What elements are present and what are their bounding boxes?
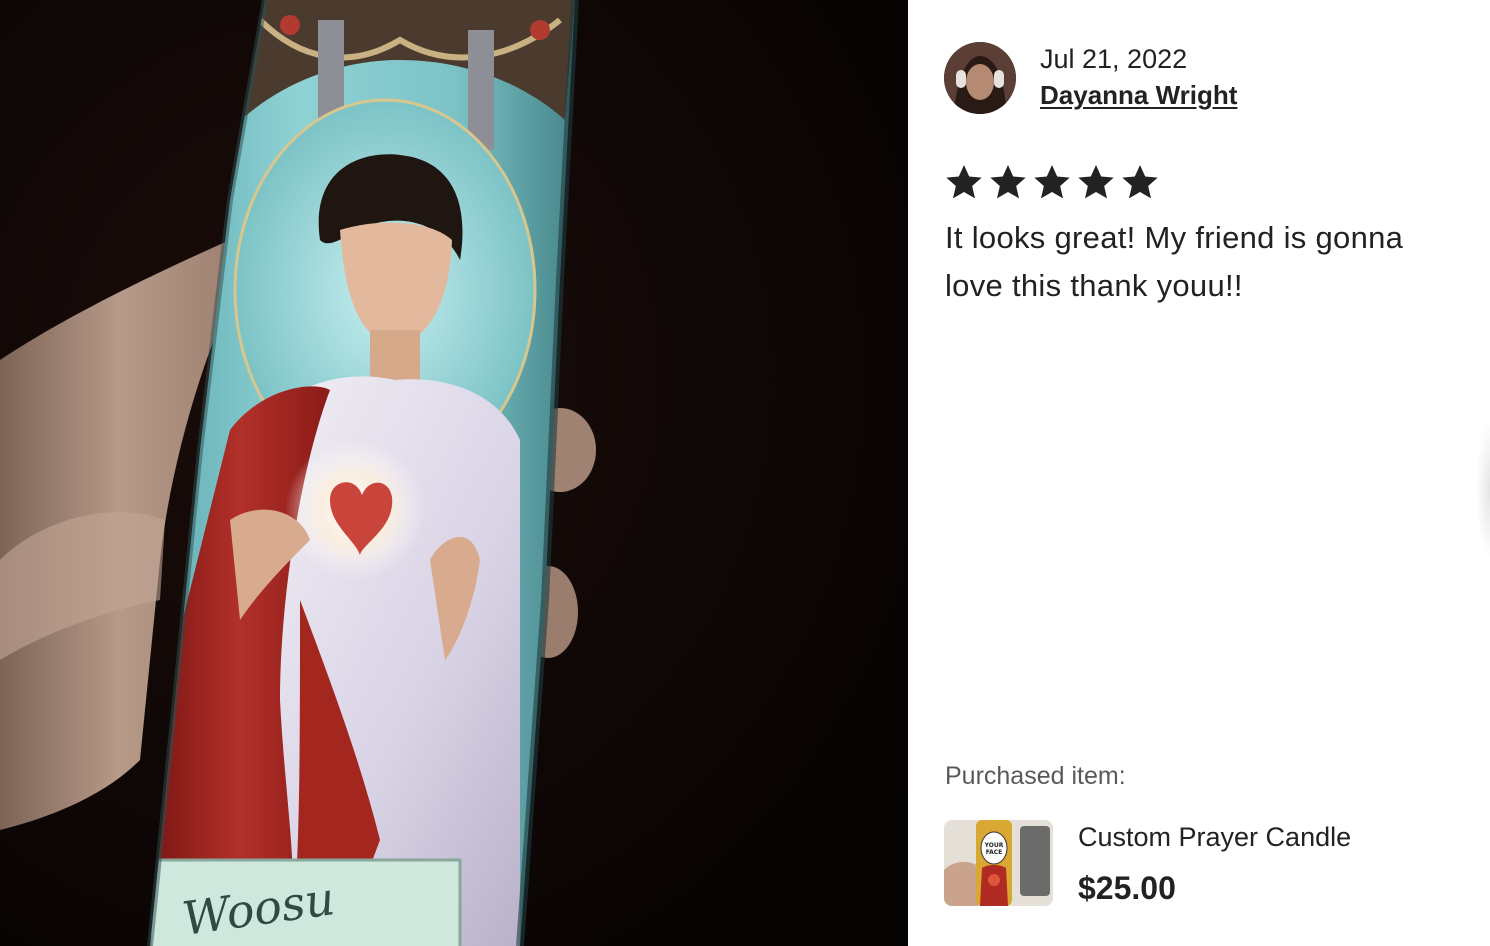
star-rating <box>944 162 1160 202</box>
review-date: Jul 21, 2022 <box>1040 44 1188 74</box>
review-page: Woosu Jul 21, 2022 Dayanna Wright It loo… <box>0 0 1490 946</box>
avatar[interactable] <box>944 42 1016 114</box>
svg-text:YOUR: YOUR <box>984 842 1004 849</box>
purchased-item-label: Purchased item: <box>945 762 1126 790</box>
reviewer-header: Jul 21, 2022 Dayanna Wright <box>944 42 1237 114</box>
svg-text:FACE: FACE <box>986 849 1003 856</box>
star-icon <box>1034 165 1070 199</box>
review-text: It looks great! My friend is gonna love … <box>945 220 1404 303</box>
star-icon <box>1078 165 1114 199</box>
avatar-image <box>944 42 1016 114</box>
review-photo[interactable]: Woosu <box>0 0 908 946</box>
candle-photo: Woosu <box>0 0 908 946</box>
reviewer-meta: Jul 21, 2022 Dayanna Wright <box>1040 43 1237 113</box>
product-info: Custom Prayer Candle $25.00 <box>1078 820 1351 908</box>
star-icon <box>946 165 982 199</box>
reviewer-name-link[interactable]: Dayanna Wright <box>1040 77 1237 113</box>
review-panel: Jul 21, 2022 Dayanna Wright It looks gre… <box>908 0 1490 946</box>
carousel-edge-shadow <box>1476 420 1490 560</box>
product-thumbnail[interactable]: YOUR FACE <box>944 820 1053 906</box>
purchased-product-link[interactable]: YOUR FACE Custom Prayer Candle $25.00 <box>944 820 1351 908</box>
product-price: $25.00 <box>1078 870 1176 906</box>
product-name[interactable]: Custom Prayer Candle <box>1078 820 1351 854</box>
product-thumbnail-image: YOUR FACE <box>944 820 1053 906</box>
star-icon <box>1122 165 1158 199</box>
star-icon <box>990 165 1026 199</box>
